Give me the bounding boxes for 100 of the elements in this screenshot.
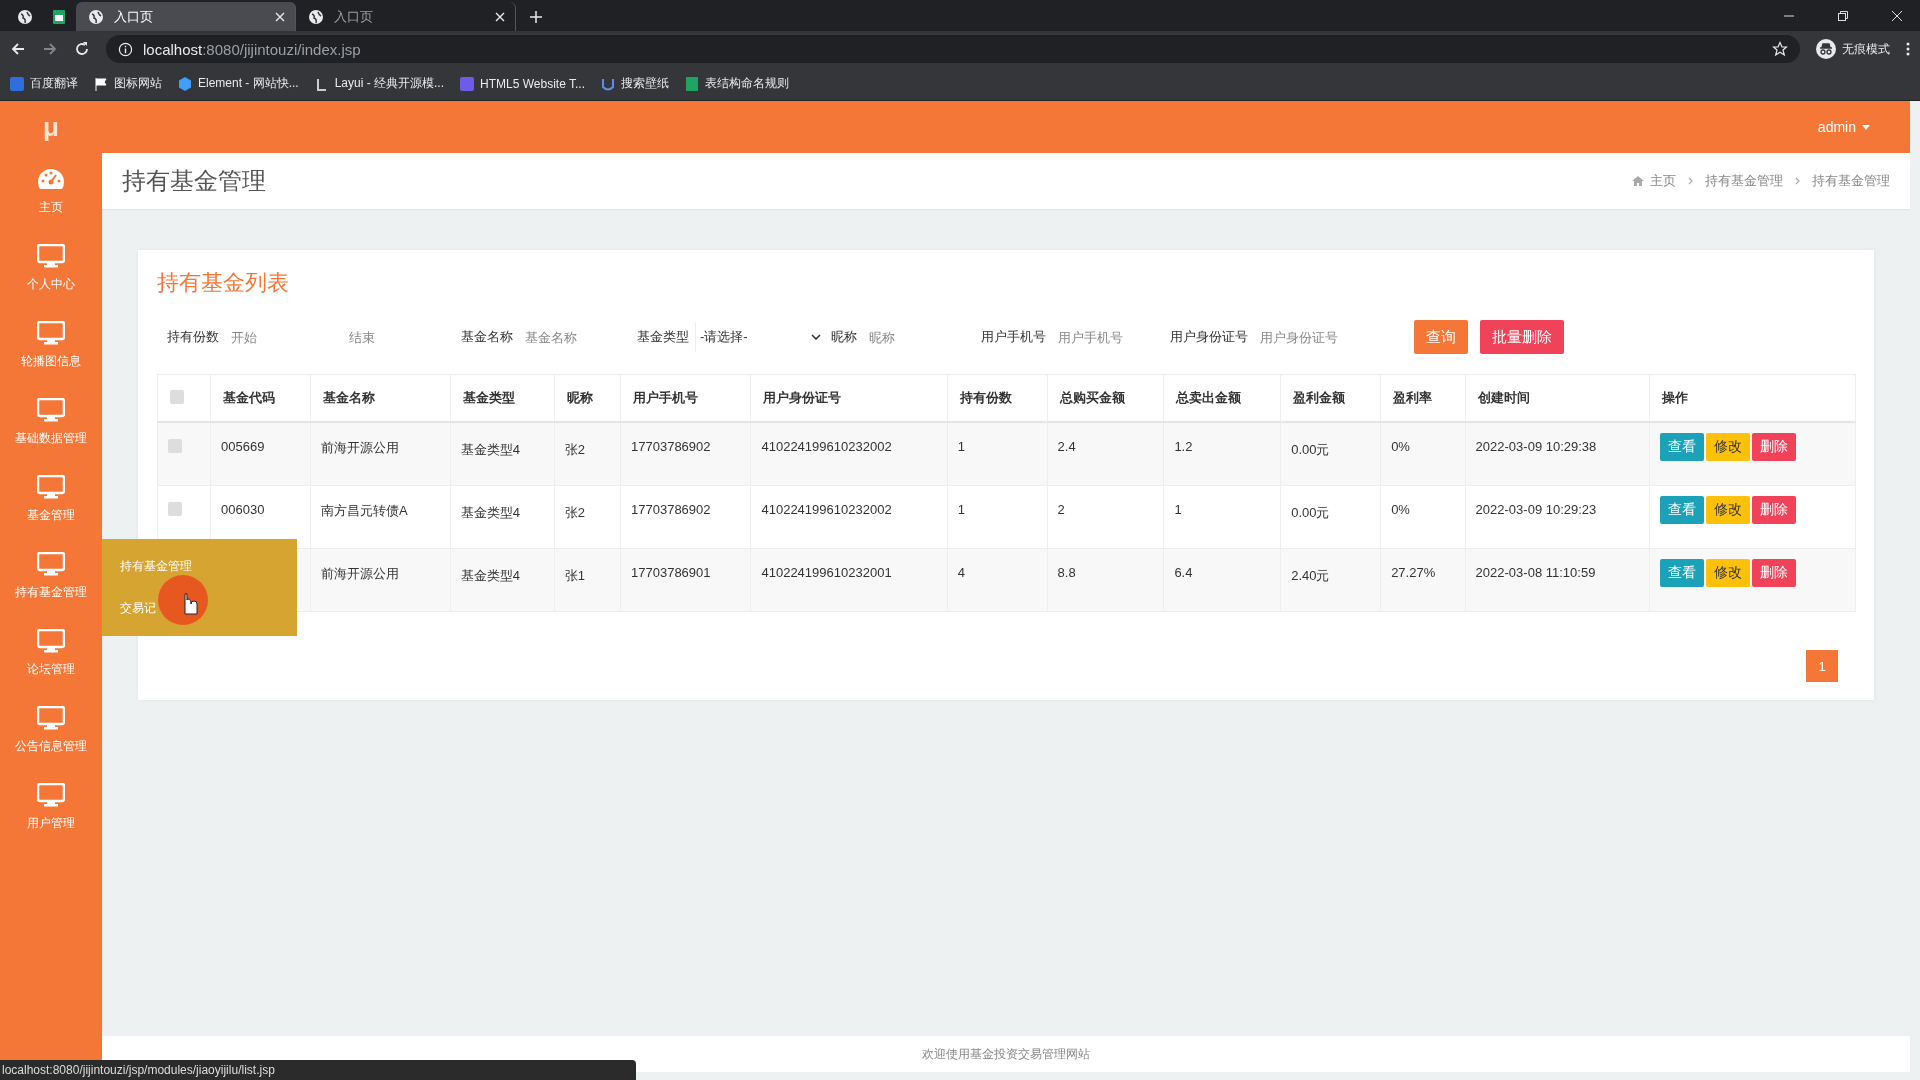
chevron-icon (1795, 177, 1800, 185)
close-icon[interactable] (495, 11, 505, 22)
search-button[interactable]: 查询 (1414, 320, 1468, 354)
table-cell: 005669 (221, 439, 265, 454)
table-cell: 6.4 (1174, 565, 1193, 580)
new-tab-icon[interactable] (530, 11, 542, 23)
table-cell: 0.00元 (1291, 441, 1330, 459)
table-cell: 27.27% (1391, 565, 1436, 580)
table-cell: 17703786901 (631, 565, 711, 580)
back-icon[interactable] (10, 41, 26, 57)
sidebar-item[interactable]: 论坛管理 (0, 615, 102, 692)
table-cell: 2 (1057, 502, 1065, 517)
monitor-icon (37, 244, 65, 268)
bookmark[interactable]: HTML5 Website T... (460, 76, 585, 91)
address-field[interactable]: localhost:8080/jijintouzi/index.jsp (106, 35, 1800, 63)
edit-button[interactable]: 修改 (1705, 496, 1750, 524)
table-cell: 0% (1391, 502, 1410, 517)
logo[interactable]: μ (43, 101, 59, 153)
globe-icon (88, 8, 104, 25)
bookmark-icon (460, 76, 475, 91)
browser-tab[interactable]: 入口页 (76, 2, 296, 31)
filter-label: 基金类型 (637, 328, 689, 346)
table-cell: 2.40元 (1291, 567, 1330, 585)
table-cell: 17703786902 (631, 502, 711, 517)
sidebar-item[interactable]: 轮播图信息 (0, 307, 102, 384)
bookmark[interactable]: Element - 网站快... (178, 75, 299, 92)
close-icon[interactable] (275, 11, 285, 22)
sidebar-item[interactable]: 持有基金管理 (0, 538, 102, 615)
sidebar-item[interactable]: 个人中心 (0, 230, 102, 307)
bookmark[interactable]: 表结构命名规则 (685, 75, 789, 92)
footer-text: 欢迎使用基金投资交易管理网站 (922, 1045, 1090, 1063)
bookmark-icon (10, 76, 24, 91)
page-button[interactable]: 1 (1806, 650, 1838, 682)
status-url: localhost:8080/jijintouzi/jsp/modules/jiaoyijilu/list.jsp (0, 1060, 636, 1080)
table-cell: 17703786902 (631, 439, 711, 454)
bookmark-icon (601, 76, 615, 91)
table-cell: 张1 (564, 567, 586, 585)
forward-icon[interactable] (42, 41, 58, 57)
table-cell: 0.00元 (1291, 504, 1330, 522)
table-cell: 张2 (564, 441, 586, 459)
table-cell: 410224199610232002 (761, 439, 892, 454)
sheet-icon (51, 8, 67, 25)
view-button[interactable]: 查看 (1659, 496, 1704, 524)
table-cell: 1.2 (1174, 439, 1193, 454)
type-dropdown[interactable]: -请选择- (695, 322, 825, 352)
table-cell: 8.8 (1057, 565, 1076, 580)
delete-button[interactable]: 删除 (1751, 496, 1796, 524)
table-cell: 410224199610232002 (761, 502, 892, 517)
table-cell: 410224199610232001 (761, 565, 892, 580)
table-cell: 1 (1174, 502, 1182, 517)
user-menu[interactable]: admin (1817, 119, 1870, 135)
view-button[interactable]: 查看 (1659, 559, 1704, 587)
monitor-icon (37, 552, 65, 576)
table-cell: 2.4 (1057, 439, 1076, 454)
select-all-checkbox[interactable] (170, 389, 184, 404)
star-icon[interactable] (1772, 41, 1788, 57)
filter-label: 昵称 (831, 328, 857, 346)
edit-button[interactable]: 修改 (1705, 559, 1750, 587)
hexagon-icon (178, 76, 192, 91)
home-icon (1632, 176, 1644, 186)
sidebar-item[interactable]: 公告信息管理 (0, 692, 102, 769)
table-cell: 前海开源公用 (320, 566, 399, 581)
submenu-item[interactable]: 交易记 (102, 600, 297, 618)
breadcrumb-link[interactable]: 主页 (1650, 172, 1676, 190)
view-button[interactable]: 查看 (1659, 433, 1704, 461)
table-cell: 2022-03-09 10:29:38 (1475, 439, 1597, 454)
sidebar-item[interactable]: 主页 (0, 153, 102, 230)
bookmark-icon (314, 76, 329, 91)
globe-icon (17, 8, 33, 25)
sidebar-item[interactable]: 基础数据管理 (0, 384, 102, 461)
restore-icon[interactable] (1838, 11, 1848, 21)
monitor-icon (37, 706, 65, 730)
flag-icon (94, 76, 108, 91)
bookmark[interactable]: 图标网站 (94, 75, 162, 92)
row-checkbox[interactable] (168, 439, 182, 453)
row-checkbox[interactable] (168, 502, 182, 516)
delete-button[interactable]: 删除 (1751, 559, 1796, 587)
bookmark[interactable]: Layui - 经典开源模... (314, 75, 445, 92)
monitor-icon (37, 783, 65, 807)
table-cell: 0% (1391, 439, 1410, 454)
close-icon[interactable] (1892, 11, 1902, 21)
incognito-icon (1816, 39, 1836, 59)
batch-delete-button[interactable]: 批量删除 (1480, 320, 1564, 354)
filter-label: 基金名称 (461, 328, 513, 346)
profile-button[interactable]: 无痕模式 (1816, 39, 1890, 59)
edit-button[interactable]: 修改 (1705, 433, 1750, 461)
table-cell: 基金类型4 (460, 504, 520, 522)
reload-icon[interactable] (74, 41, 90, 57)
monitor-icon (37, 475, 65, 499)
menu-icon[interactable] (1906, 41, 1910, 57)
delete-button[interactable]: 删除 (1751, 433, 1796, 461)
sidebar-item[interactable]: 用户管理 (0, 769, 102, 846)
breadcrumb-link[interactable]: 持有基金管理 (1705, 172, 1783, 190)
bookmark[interactable]: 搜索壁纸 (601, 75, 669, 92)
submenu-item[interactable]: 持有基金管理 (102, 557, 297, 575)
card-title: 持有基金列表 (157, 269, 290, 297)
monitor-icon (37, 629, 65, 653)
bookmark[interactable]: 百度翻译 (10, 75, 78, 92)
sidebar-item[interactable]: 基金管理 (0, 461, 102, 538)
table-cell: 张2 (564, 504, 586, 522)
